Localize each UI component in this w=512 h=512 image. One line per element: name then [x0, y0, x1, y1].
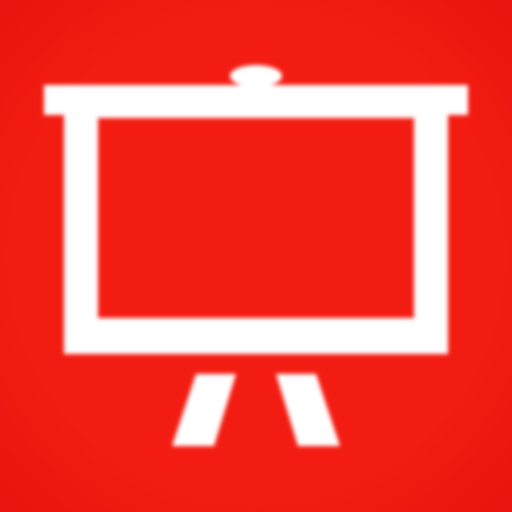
- top-rail: [44, 85, 468, 115]
- hanger-knob: [230, 65, 282, 87]
- app-icon-tile[interactable]: [0, 0, 512, 512]
- presentation-board-icon: [0, 0, 512, 512]
